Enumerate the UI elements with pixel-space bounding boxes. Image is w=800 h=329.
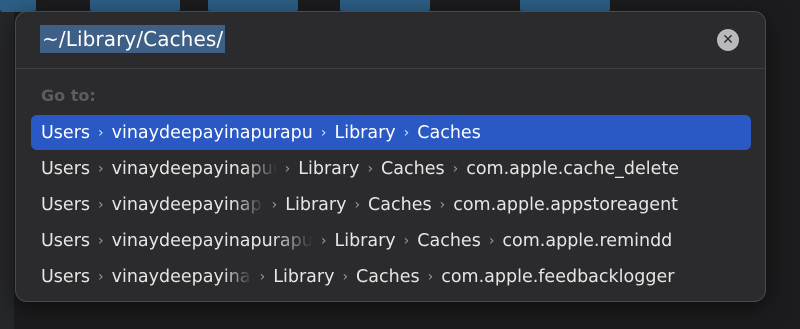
go-to-label: Go to:	[41, 86, 96, 105]
chevron-right-icon: ›	[439, 197, 446, 213]
path-segment-truncated: vinaydeepayinapurapu	[111, 267, 252, 287]
path-segment: com.apple.appstoreagent	[453, 195, 679, 215]
suggestion-row-selected[interactable]: Users › vinaydeepayinapurapu › Library ›…	[31, 115, 751, 150]
suggestion-row[interactable]: Users › vinaydeepayinapurapu › Library ›…	[31, 151, 751, 187]
chevron-right-icon: ›	[284, 161, 291, 177]
path-segment-truncated: vinaydeepayinapurapu	[111, 231, 313, 251]
chevron-right-icon: ›	[98, 161, 104, 177]
go-to-folder-panel: ~/Library/Caches/ ✕ Go to: Users › vinay…	[15, 11, 766, 302]
path-segment: Caches	[356, 267, 420, 287]
path-segment: Library	[334, 122, 396, 143]
chevron-right-icon: ›	[98, 269, 104, 285]
path-segment: Users	[41, 267, 91, 287]
suggestion-row[interactable]: Users › vinaydeepayinapurapu › Library ›…	[31, 259, 751, 295]
path-segment: com.apple.feedbacklogger	[441, 267, 675, 287]
suggestion-row[interactable]: Users › vinaydeepayinapurapu › Library ›…	[31, 187, 751, 223]
chevron-right-icon: ›	[98, 197, 104, 213]
path-segment-truncated: vinaydeepayinapurapu	[111, 159, 277, 179]
chevron-right-icon: ›	[98, 124, 104, 141]
chevron-right-icon: ›	[259, 269, 266, 285]
chevron-right-icon: ›	[403, 233, 410, 249]
path-input-value[interactable]: ~/Library/Caches/	[40, 25, 226, 53]
path-segment: Library	[334, 231, 396, 251]
path-segment-truncated: vinaydeepayinapurapu	[111, 195, 264, 215]
path-segment: vinaydeepayinapurapu	[111, 122, 313, 143]
path-segment: Caches	[381, 159, 445, 179]
path-segment: Caches	[368, 195, 432, 215]
chevron-right-icon: ›	[452, 161, 459, 177]
chevron-right-icon: ›	[98, 233, 104, 249]
chevron-right-icon: ›	[271, 197, 278, 213]
path-segment: Users	[41, 122, 91, 143]
path-segment: Caches	[417, 231, 481, 251]
chevron-right-icon: ›	[342, 269, 349, 285]
chevron-right-icon: ›	[320, 124, 327, 141]
path-input[interactable]: ~/Library/Caches/ ✕	[16, 12, 765, 69]
chevron-right-icon: ›	[367, 161, 374, 177]
suggestion-row[interactable]: Users › vinaydeepayinapurapu › Library ›…	[31, 223, 751, 259]
chevron-right-icon: ›	[427, 269, 434, 285]
chevron-right-icon: ›	[403, 124, 410, 141]
path-segment: Users	[41, 231, 91, 251]
background-window-edge	[0, 0, 14, 329]
path-segment: com.apple.cache_delete	[466, 159, 679, 179]
chevron-right-icon: ›	[488, 233, 495, 249]
path-segment: Library	[273, 267, 335, 287]
suggestion-list: Users › vinaydeepayinapurapu › Library ›…	[31, 115, 751, 295]
path-segment: com.apple.remindd	[502, 231, 673, 251]
path-segment: Library	[285, 195, 347, 215]
chevron-right-icon: ›	[320, 233, 327, 249]
path-segment: Users	[41, 195, 91, 215]
path-segment: Library	[298, 159, 360, 179]
path-segment: Caches	[417, 122, 481, 143]
clear-icon[interactable]: ✕	[717, 29, 739, 51]
path-segment: Users	[41, 159, 91, 179]
chevron-right-icon: ›	[354, 197, 361, 213]
